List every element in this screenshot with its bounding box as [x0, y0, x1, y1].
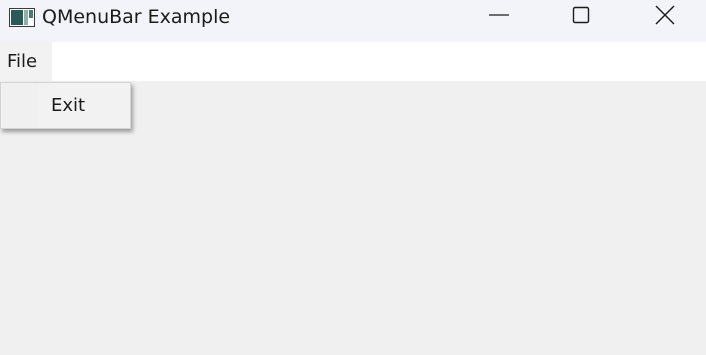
- minimize-button[interactable]: [476, 0, 522, 34]
- menu-item-exit[interactable]: Exit: [40, 86, 128, 125]
- maximize-icon: [571, 5, 591, 29]
- app-window: QMenuBar Example File Exit: [0, 0, 706, 355]
- close-icon: [655, 5, 675, 29]
- window-title: QMenuBar Example: [42, 6, 231, 28]
- menu-icon-gutter: [1, 83, 39, 128]
- minimize-icon: [489, 5, 509, 29]
- app-window-icon: [9, 8, 35, 27]
- file-menu-dropdown: Exit: [0, 82, 131, 129]
- menu-bar: File: [0, 42, 706, 81]
- close-button[interactable]: [642, 0, 688, 34]
- title-bar[interactable]: QMenuBar Example: [0, 0, 706, 42]
- menu-file[interactable]: File: [0, 42, 52, 81]
- maximize-button[interactable]: [558, 0, 604, 34]
